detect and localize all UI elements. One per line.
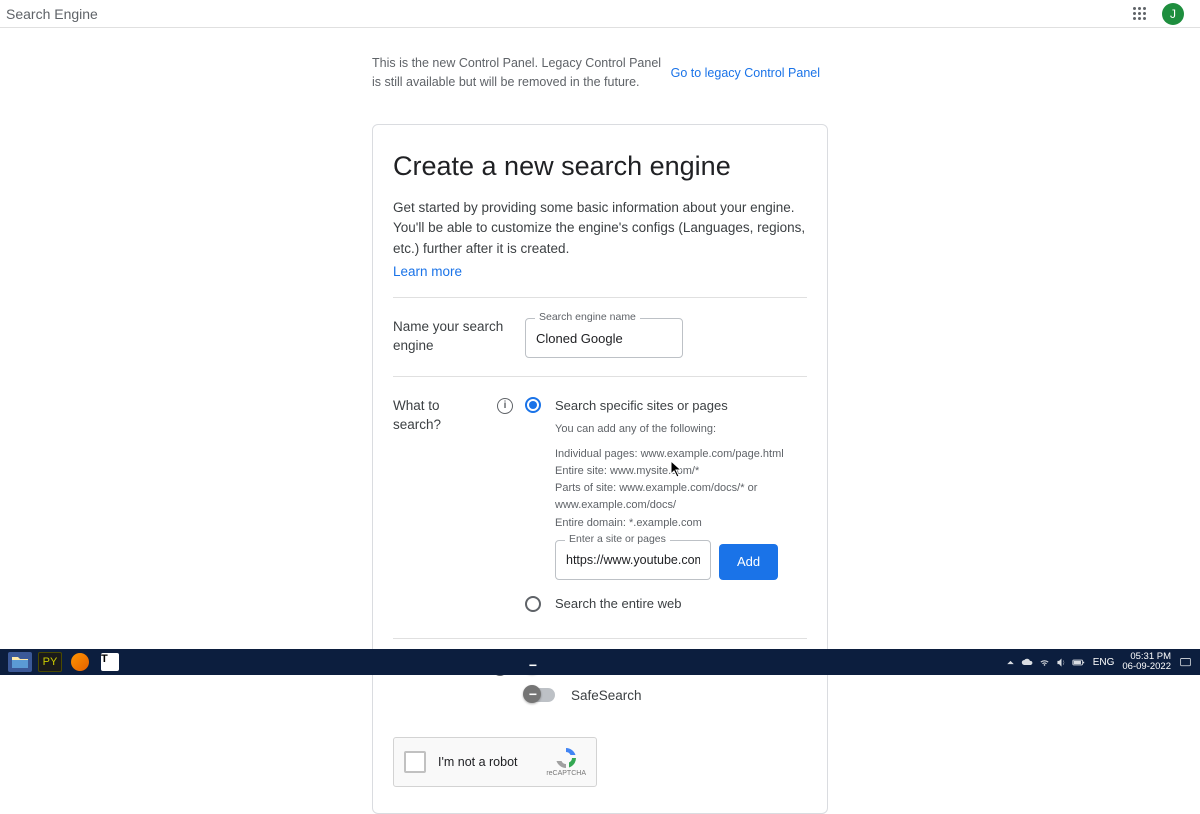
site-input-row: Enter a site or pages Add	[555, 540, 807, 580]
learn-more-link[interactable]: Learn more	[393, 264, 462, 279]
engine-name-label: Search engine name	[535, 311, 640, 323]
engine-name-input[interactable]	[525, 318, 683, 358]
legacy-notice: This is the new Control Panel. Legacy Co…	[372, 40, 828, 106]
radio-specific-sites[interactable]: Search specific sites or pages	[525, 397, 807, 413]
site-examples-hint: You can add any of the following: Indivi…	[555, 421, 807, 531]
tray-icons[interactable]	[1004, 656, 1085, 669]
card-description: Get started by providing some basic info…	[393, 198, 807, 261]
divider	[393, 376, 807, 377]
create-engine-card: Create a new search engine Get started b…	[372, 124, 828, 814]
name-section-label: Name your search engine	[393, 318, 513, 358]
site-field-label: Enter a site or pages	[565, 533, 670, 545]
safe-search-label: SafeSearch	[571, 688, 642, 703]
add-site-button[interactable]: Add	[719, 544, 778, 580]
info-icon[interactable]: i	[497, 398, 513, 414]
site-field-wrap: Enter a site or pages	[555, 540, 711, 580]
radio-entire-web[interactable]: Search the entire web	[525, 596, 807, 612]
system-tray: ENG 05:31 PM 06-09-2022	[1004, 652, 1192, 673]
what-to-search-section: What to search? i Search specific sites …	[393, 391, 807, 619]
safe-search-toggle[interactable]: −	[525, 688, 555, 702]
chevron-up-icon	[1004, 656, 1017, 669]
clock[interactable]: 05:31 PM 06-09-2022	[1122, 652, 1171, 673]
header-actions: J	[1133, 3, 1184, 25]
main-content: This is the new Control Panel. Legacy Co…	[0, 28, 1200, 814]
divider	[393, 638, 807, 639]
firefox-icon[interactable]	[68, 652, 92, 672]
legacy-panel-link[interactable]: Go to legacy Control Panel	[671, 66, 820, 80]
name-section: Name your search engine Search engine na…	[393, 312, 807, 358]
page-title: Search Engine	[6, 6, 98, 22]
what-to-search-label: What to search? i	[393, 397, 513, 619]
recaptcha-widget: I'm not a robot reCAPTCHA	[393, 737, 597, 787]
cloud-icon	[1021, 656, 1034, 669]
notice-text: This is the new Control Panel. Legacy Co…	[372, 54, 661, 92]
recaptcha-logo-icon: reCAPTCHA	[546, 746, 586, 777]
apps-grid-icon[interactable]	[1133, 7, 1146, 20]
radio-web-label: Search the entire web	[555, 596, 681, 611]
notification-icon[interactable]	[1179, 656, 1192, 669]
safe-search-toggle-row: − SafeSearch	[525, 688, 807, 703]
site-url-input[interactable]	[555, 540, 711, 580]
wifi-icon	[1038, 656, 1051, 669]
windows-taskbar: PY T ENG 05:31 PM 06-09-2022	[0, 649, 1200, 675]
card-title: Create a new search engine	[393, 151, 807, 182]
recaptcha-label: I'm not a robot	[438, 755, 534, 769]
volume-icon	[1055, 656, 1068, 669]
radio-icon-selected[interactable]	[525, 397, 541, 413]
recaptcha-checkbox[interactable]	[404, 751, 426, 773]
pycharm-icon[interactable]: PY	[38, 652, 62, 672]
file-explorer-icon[interactable]	[8, 652, 32, 672]
text-app-icon[interactable]: T	[98, 652, 122, 672]
battery-icon	[1072, 656, 1085, 669]
top-header: Search Engine J	[0, 0, 1200, 28]
radio-specific-label: Search specific sites or pages	[555, 398, 728, 413]
user-avatar[interactable]: J	[1162, 3, 1184, 25]
radio-icon-unselected[interactable]	[525, 596, 541, 612]
engine-name-field-wrap: Search engine name	[525, 318, 683, 358]
divider	[393, 297, 807, 298]
tray-lang[interactable]: ENG	[1093, 657, 1115, 668]
taskbar-apps: PY T	[8, 652, 122, 672]
